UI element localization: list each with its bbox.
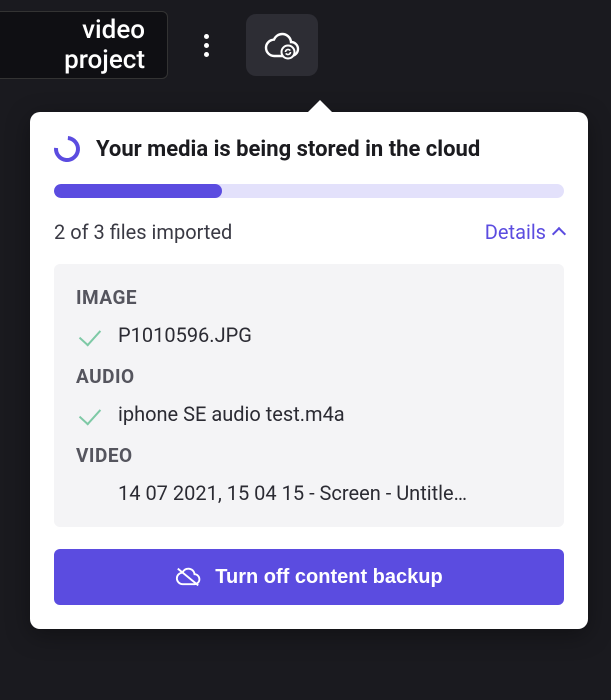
project-tab-label: video project [0, 15, 145, 75]
file-name: iphone SE audio test.m4a [118, 402, 345, 426]
chevron-up-icon [552, 227, 566, 241]
cloud-off-icon [175, 566, 201, 588]
list-item: P1010596.JPG [76, 323, 542, 347]
category-label: AUDIO [76, 365, 542, 388]
file-name: P1010596.JPG [118, 323, 252, 347]
cloud-sync-icon [264, 30, 300, 60]
top-bar: video project [0, 0, 611, 90]
turn-off-backup-button[interactable]: Turn off content backup [54, 549, 564, 605]
kebab-icon [204, 43, 209, 48]
cloud-sync-popover: Your media is being stored in the cloud … [30, 112, 588, 629]
category-label: VIDEO [76, 444, 542, 467]
popover-header: Your media is being stored in the cloud [54, 136, 564, 162]
list-item: 14 07 2021, 15 04 15 - Screen - Untitle… [76, 481, 542, 505]
check-icon [79, 403, 101, 426]
details-label: Details [485, 220, 546, 244]
category-label: IMAGE [76, 286, 542, 309]
upload-progress-bar [54, 184, 564, 198]
upload-progress-fill [54, 184, 222, 198]
status-row: 2 of 3 files imported Details [54, 220, 564, 244]
import-status-text: 2 of 3 files imported [54, 220, 232, 244]
cloud-sync-button[interactable] [246, 14, 318, 76]
more-options-button[interactable] [186, 25, 226, 65]
check-icon [79, 324, 101, 347]
loading-spinner-icon [49, 131, 86, 168]
popover-title: Your media is being stored in the cloud [96, 137, 480, 162]
file-list-panel: IMAGE P1010596.JPG AUDIO iphone SE audio… [54, 264, 564, 527]
turn-off-backup-label: Turn off content backup [215, 566, 442, 589]
details-toggle[interactable]: Details [485, 220, 564, 244]
file-name: 14 07 2021, 15 04 15 - Screen - Untitle… [118, 481, 467, 505]
list-item: iphone SE audio test.m4a [76, 402, 542, 426]
project-tab[interactable]: video project [0, 11, 168, 79]
